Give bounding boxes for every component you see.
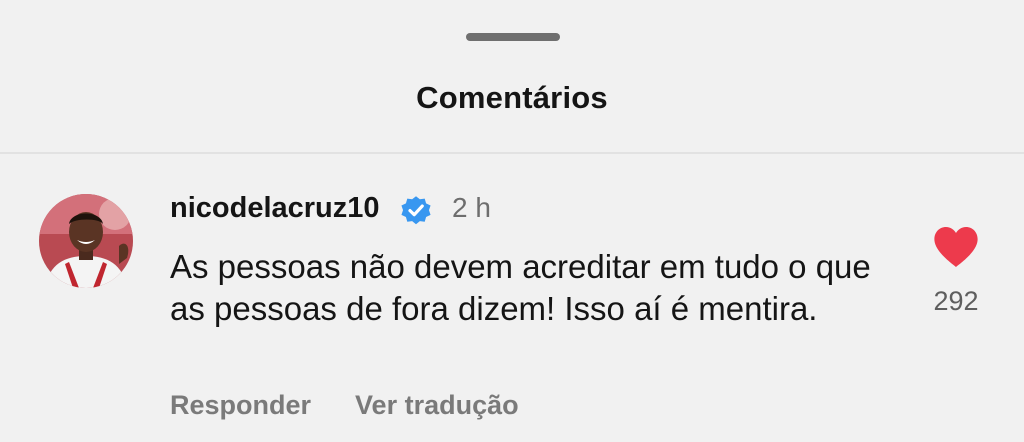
comment-actions: Responder Ver tradução: [170, 390, 519, 421]
see-translation-button[interactable]: Ver tradução: [355, 390, 519, 421]
verified-badge-icon: [401, 196, 431, 225]
avatar[interactable]: [39, 194, 133, 288]
like-count: 292: [933, 286, 979, 316]
comments-sheet: Comentários nicodelacruz10 2 h As pessoa…: [0, 0, 1024, 442]
comment-item: nicodelacruz10 2 h As pessoas não devem …: [0, 154, 1024, 442]
drag-handle[interactable]: [466, 33, 560, 41]
sheet-title: Comentários: [416, 80, 608, 115]
comment-timestamp: 2 h: [452, 192, 491, 223]
reply-button[interactable]: Responder: [170, 390, 311, 421]
heart-icon[interactable]: [932, 225, 980, 269]
comment-username[interactable]: nicodelacruz10: [170, 192, 380, 225]
avatar-image: [39, 194, 133, 288]
comment-text: As pessoas não devem acreditar em tudo o…: [170, 248, 871, 327]
